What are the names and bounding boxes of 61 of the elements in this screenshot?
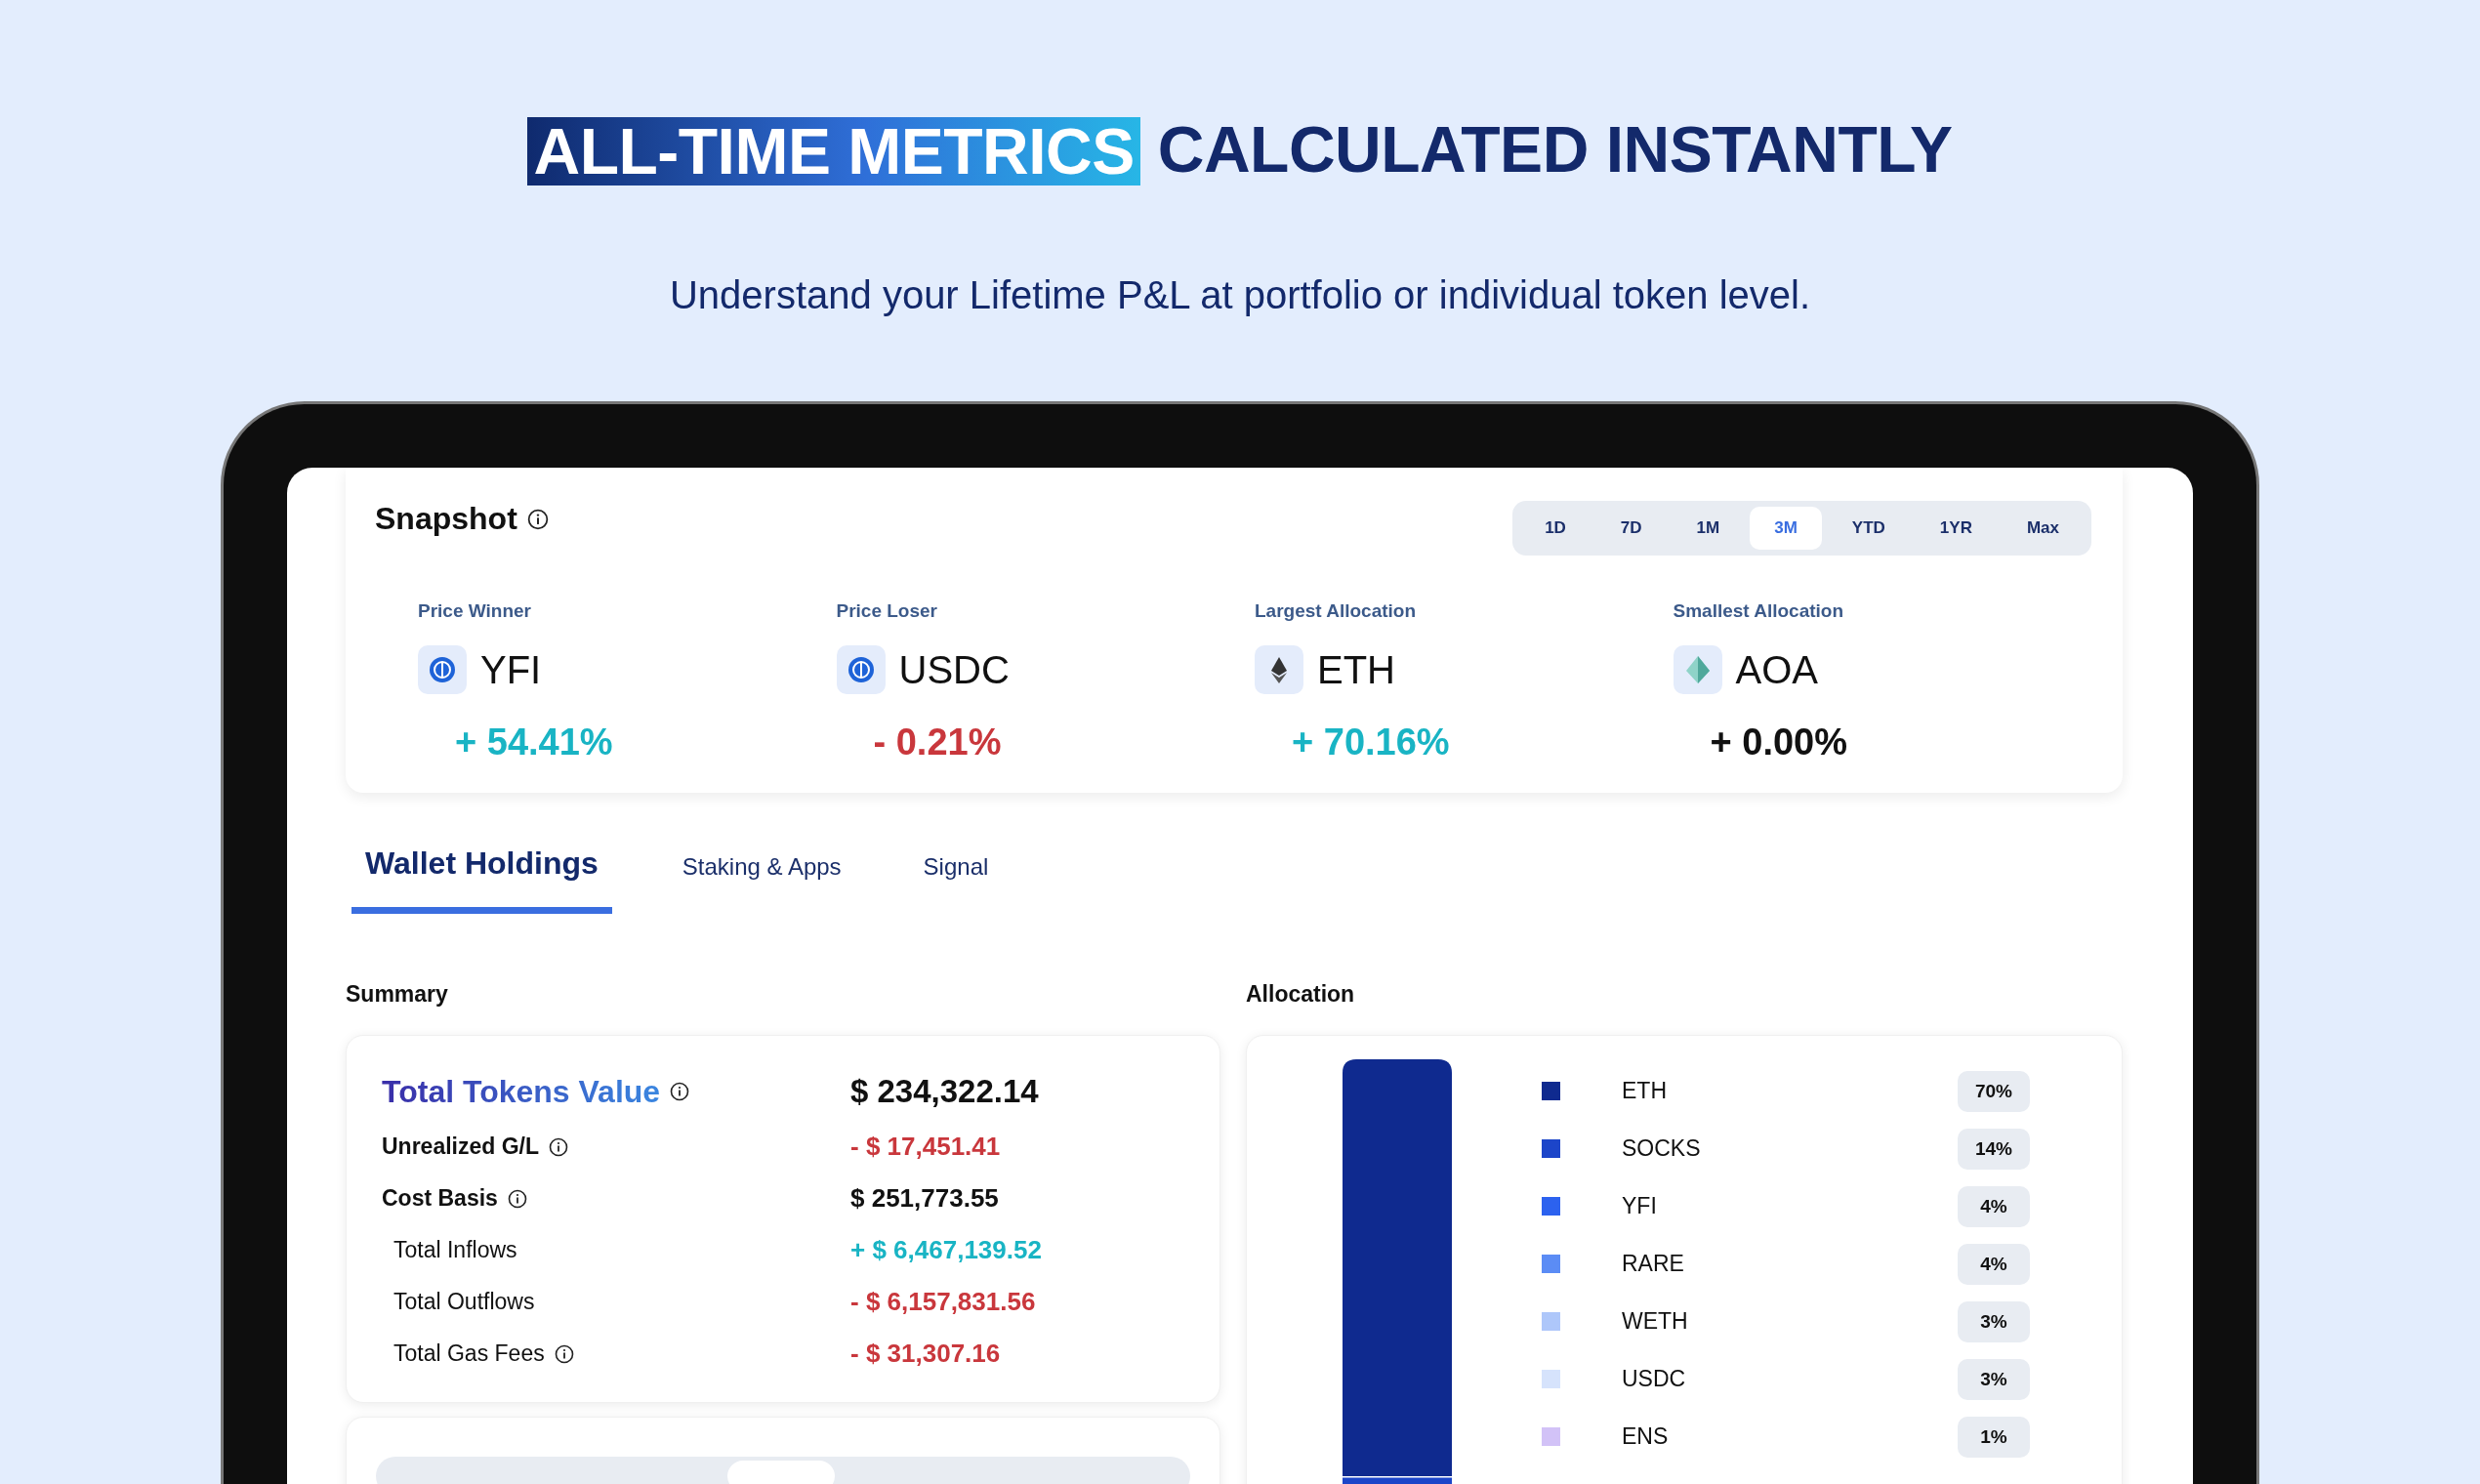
range-tab[interactable]: 1D bbox=[1520, 507, 1591, 550]
range-tab[interactable]: 3M bbox=[1750, 507, 1822, 550]
summary-label: Total Gas Fees bbox=[393, 1340, 545, 1367]
summary-value: $ 234,322.14 bbox=[850, 1073, 1039, 1110]
summary-label: Cost Basis bbox=[382, 1185, 498, 1212]
token-name: AOA bbox=[1735, 647, 1818, 692]
summary-value: - $ 6,157,831.56 bbox=[850, 1287, 1036, 1317]
legend-label: ENS bbox=[1622, 1423, 1670, 1450]
info-icon[interactable] bbox=[554, 1343, 574, 1364]
share-pill: 4% bbox=[1958, 1185, 2030, 1227]
token-name: ETH bbox=[1317, 647, 1395, 692]
headline: CALCULATED INSTANTLY bbox=[1157, 117, 1953, 186]
info-icon[interactable] bbox=[549, 1136, 569, 1157]
change-percent: + 54.41% bbox=[455, 721, 613, 763]
subtitle: Understand your Lifetime P&L at portfolio or individual token level. bbox=[669, 273, 1810, 317]
summary-value: + $ 6,467,139.52 bbox=[850, 1235, 1042, 1265]
legend-label: WETH bbox=[1622, 1308, 1689, 1335]
legend-label: YFI bbox=[1622, 1193, 1658, 1219]
share-pill: 3% bbox=[1958, 1358, 2030, 1400]
change-percent: + 0.00% bbox=[1710, 721, 1847, 763]
range-tab[interactable]: Max bbox=[2002, 507, 2084, 550]
range-tab[interactable]: 7D bbox=[1595, 507, 1667, 550]
summary-label: Unrealized G/L bbox=[382, 1134, 540, 1160]
change-percent: + 70.16% bbox=[1292, 721, 1450, 763]
info-icon[interactable] bbox=[526, 508, 549, 530]
share-pill: 70% bbox=[1958, 1070, 2030, 1112]
pyramid-icon bbox=[1673, 645, 1722, 694]
legend-label: USDC bbox=[1622, 1366, 1687, 1392]
metric-label: Largest Allocation bbox=[1255, 600, 1418, 622]
headline-highlight: ALL-TIME METRICS bbox=[527, 117, 1140, 186]
info-icon[interactable] bbox=[507, 1188, 527, 1209]
token-name: YFI bbox=[480, 647, 542, 692]
tab[interactable]: Wallet Holdings bbox=[351, 824, 612, 914]
summary-label: Total Inflows bbox=[393, 1237, 517, 1263]
share-pill: 14% bbox=[1958, 1128, 2030, 1170]
tab[interactable]: Staking & Apps bbox=[670, 824, 853, 917]
range-tab[interactable]: 1M bbox=[1672, 507, 1745, 550]
section-title: Summary bbox=[346, 981, 448, 1008]
range-tab[interactable]: 1YR bbox=[1915, 507, 1997, 550]
coin-icon bbox=[836, 645, 886, 694]
legend-label: RARE bbox=[1622, 1251, 1685, 1277]
metric-label: Smallest Allocation bbox=[1673, 600, 1845, 622]
section-title: Snapshot bbox=[375, 501, 517, 537]
share-pill: 1% bbox=[1958, 1416, 2030, 1458]
legend-label: SOCKS bbox=[1622, 1135, 1702, 1162]
info-icon[interactable] bbox=[670, 1082, 690, 1101]
metric-label: Price Loser bbox=[836, 600, 938, 622]
coin-icon bbox=[418, 645, 467, 694]
change-percent: - 0.21% bbox=[873, 721, 1002, 763]
tab[interactable]: Signal bbox=[911, 824, 1001, 917]
summary-value: - $ 17,451.41 bbox=[850, 1132, 1001, 1162]
summary-label: Total Outflows bbox=[393, 1289, 535, 1315]
legend-label: ETH bbox=[1622, 1078, 1668, 1104]
summary-value: - $ 31,307.16 bbox=[850, 1339, 1001, 1369]
share-pill: 3% bbox=[1958, 1300, 2030, 1342]
token-name: USDC bbox=[898, 647, 1010, 692]
share-pill: 4% bbox=[1958, 1243, 2030, 1285]
range-tab[interactable]: YTD bbox=[1827, 507, 1910, 550]
summary-value: $ 251,773.55 bbox=[850, 1183, 999, 1214]
section-title: Allocation bbox=[1246, 981, 1355, 1008]
metric-label: Price Winner bbox=[418, 600, 532, 622]
